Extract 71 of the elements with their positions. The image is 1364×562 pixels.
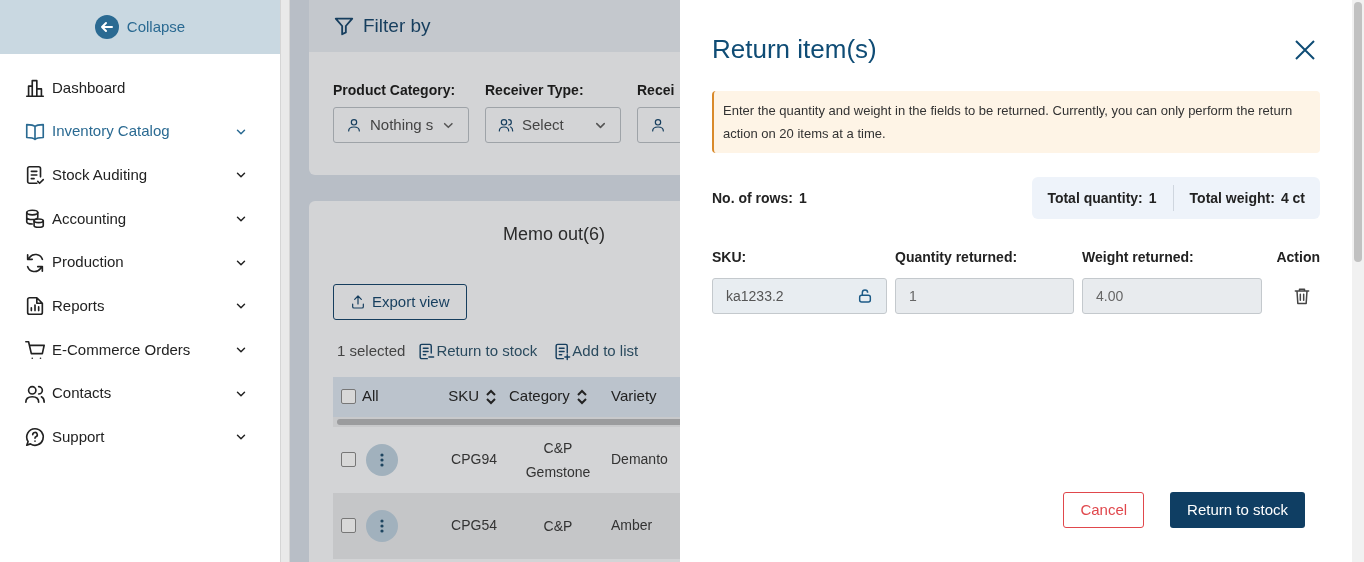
- field-label: Recei: [637, 81, 676, 100]
- more-icon: [380, 452, 384, 467]
- cart-icon: [24, 338, 46, 361]
- export-button[interactable]: Export view: [333, 284, 467, 320]
- selected-count: 1 selected: [337, 341, 406, 361]
- checkbox[interactable]: [341, 389, 356, 404]
- rows-label: No. of rows:: [712, 188, 793, 208]
- total-value: 1: [1148, 188, 1157, 208]
- sidebar-item[interactable]: Dashboard: [0, 66, 280, 110]
- sidebar-item[interactable]: Production: [0, 240, 280, 285]
- dropdown[interactable]: Nothing s: [333, 107, 469, 143]
- table-cell-text: C&P: [542, 516, 574, 536]
- column-header: All: [362, 386, 379, 407]
- field-label: Product Category:: [333, 81, 457, 100]
- document-plus-icon: [553, 341, 573, 361]
- table-cell-text: Amber: [610, 516, 654, 535]
- trash-icon: [1292, 286, 1312, 306]
- field-label: Receiver Type:: [485, 81, 585, 100]
- total-label: Total quantity:: [1047, 188, 1143, 208]
- sku-field[interactable]: ka1233.2: [712, 278, 887, 314]
- upload-icon: [350, 294, 366, 310]
- user-icon: [346, 117, 362, 133]
- users-icon: [498, 117, 514, 133]
- refresh-icon: [24, 251, 46, 274]
- sort-icon: [485, 388, 497, 405]
- sidebar-item[interactable]: Stock Auditing: [0, 153, 280, 198]
- cancel-button[interactable]: Cancel: [1063, 492, 1145, 528]
- column-header: Weight returned:: [1082, 248, 1195, 267]
- column-header: Quantity returned:: [895, 248, 1019, 267]
- sidebar-item[interactable]: Contacts: [0, 371, 280, 416]
- panel-title: Memo out(6): [502, 223, 607, 246]
- close-icon[interactable]: [1294, 38, 1316, 61]
- table-cell-text: Demanto: [610, 450, 669, 469]
- sidebar-item[interactable]: E-Commerce Orders: [0, 328, 280, 372]
- checklist-icon: [24, 164, 46, 187]
- toolbar-link[interactable]: Return to stock: [417, 340, 538, 363]
- total-label: Total weight:: [1189, 188, 1275, 208]
- table-cell-text: C&P Gemstone: [524, 438, 592, 482]
- column-header: Variety: [611, 386, 657, 407]
- sidebar-item[interactable]: Inventory Catalog: [0, 109, 280, 154]
- help-icon: [24, 426, 46, 449]
- rows-value: 1: [798, 188, 807, 208]
- dropdown[interactable]: Select: [485, 107, 621, 143]
- table-cell-text: CPG54: [450, 516, 498, 535]
- filter-title: Filter by: [363, 13, 431, 38]
- document-minus-icon: [417, 341, 437, 361]
- column-header: Category: [509, 386, 570, 407]
- sort-icon: [575, 388, 588, 405]
- total-value: 4 ct: [1280, 188, 1305, 208]
- coins-icon: [24, 207, 46, 230]
- column-header: Action: [1275, 248, 1320, 267]
- filter-icon: [333, 15, 355, 37]
- more-icon: [380, 518, 384, 533]
- sidebar-item[interactable]: Reports: [0, 284, 280, 329]
- sidebar-item[interactable]: Support: [0, 415, 280, 460]
- sidebar-item[interactable]: Accounting: [0, 197, 280, 241]
- toolbar-link[interactable]: Add to list: [553, 340, 639, 363]
- drawer-title: Return item(s): [712, 33, 877, 66]
- more-button[interactable]: [366, 509, 398, 542]
- collapse-button[interactable]: Collapse: [0, 0, 280, 54]
- delete-button[interactable]: [1292, 286, 1312, 306]
- return-to-stock-button[interactable]: Return to stock: [1170, 492, 1305, 528]
- report-icon: [24, 295, 46, 318]
- column-header: SKU:: [712, 248, 748, 267]
- column-header: SKU: [448, 386, 479, 407]
- user-icon: [650, 117, 666, 133]
- table-cell-text: CPG94: [450, 450, 498, 469]
- info-notice: Enter the quantity and weight in the fields to be returned. Currently, you can only perform the return action on 20 items at a time.: [712, 91, 1320, 153]
- checkbox[interactable]: [341, 518, 356, 533]
- more-button[interactable]: [366, 443, 398, 476]
- checkbox[interactable]: [341, 452, 356, 467]
